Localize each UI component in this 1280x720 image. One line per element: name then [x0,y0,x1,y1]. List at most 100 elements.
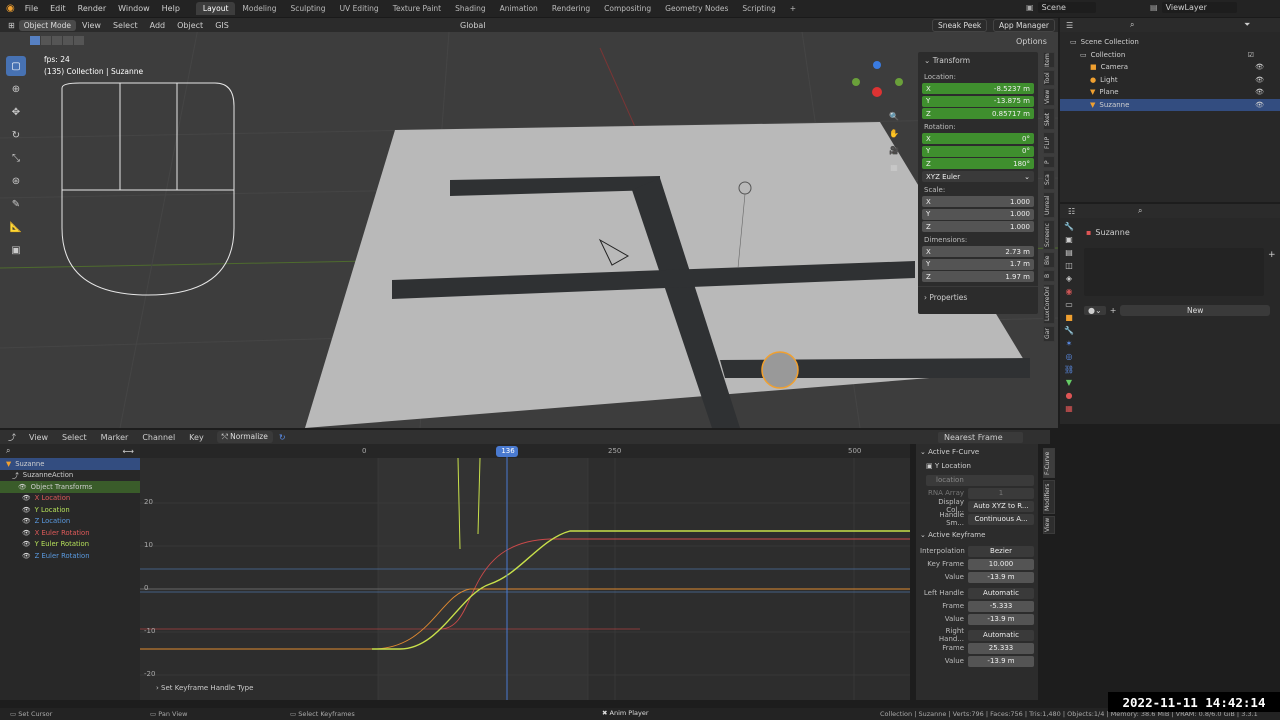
viewport-3d[interactable]: ⊞ Object Mode View Select Add Object GIS… [0,18,1058,428]
transform-panel-header[interactable]: ⌄ Transform [918,52,1038,69]
outliner-scene-collection[interactable]: ▭ Scene Collection [1060,36,1280,49]
add-cube-icon[interactable]: ▣ [6,240,26,260]
sneak-peek-button[interactable]: Sneak Peek [932,19,988,32]
tab-graph-view[interactable]: View [1043,516,1055,534]
location-z-field[interactable]: Z 0.85717 m [922,108,1034,119]
tab-modifiers[interactable]: Modifiers [1043,480,1055,514]
refresh-icon[interactable]: ↻ [273,433,292,442]
outliner-editor-icon[interactable]: ☰ [1066,21,1073,30]
tab-screenc[interactable]: Screenc [1043,220,1055,250]
viewport-menu-add[interactable]: Add [144,21,172,30]
search-icon[interactable]: ⌕ [1130,20,1134,30]
eye-icon[interactable]: 👁 [1255,76,1264,84]
eye-icon[interactable]: 👁 [1255,101,1264,109]
select-subtract-icon[interactable] [52,36,62,45]
cursor-icon[interactable]: ⊕ [6,79,26,99]
handle-smoothing-row[interactable]: Handle Sm... Continuous A... [920,511,1034,527]
scale-x-field[interactable]: X 1.000 [922,196,1034,207]
rotation-z-field[interactable]: Z 180° [922,158,1034,169]
rotate-icon[interactable]: ↻ [6,125,26,145]
location-x-field[interactable]: X -8.5237 m [922,83,1034,94]
options-dropdown[interactable]: Options [1016,37,1047,46]
tab-texture-paint[interactable]: Texture Paint [386,2,448,15]
tab-layout[interactable]: Layout [195,2,236,15]
measure-icon[interactable]: 📐 [6,217,26,237]
render-tab-icon[interactable]: ▣ [1065,235,1073,244]
outliner-item-light[interactable]: ● Light 👁 [1060,74,1280,87]
tab-ble[interactable]: Ble [1043,252,1055,268]
left-handle-row[interactable]: Left Handle Automatic [920,587,1034,599]
outliner-item-camera[interactable]: ■ Camera 👁 [1060,61,1280,74]
outliner-collection[interactable]: ▭ Collection ☑ [1060,49,1280,62]
tab-fcurve[interactable]: F-Curve [1043,448,1055,478]
rna-path-field[interactable]: location [920,474,1034,486]
scene-tab-icon[interactable]: ◈ [1066,274,1072,283]
select-extend-icon[interactable] [41,36,51,45]
channel-y-rotation[interactable]: 👁 Y Euler Rotation [0,539,140,551]
menu-window[interactable]: Window [112,4,156,13]
right-handle-row[interactable]: Right Hand... Automatic [920,627,1034,643]
tab-rendering[interactable]: Rendering [545,2,597,15]
new-material-button[interactable]: New [1120,304,1270,316]
properties-panel-header[interactable]: › Properties [918,286,1038,308]
interpolation-row[interactable]: Interpolation Bezier [920,545,1034,557]
select-box-icon[interactable]: ▢ [6,56,26,76]
tab-view[interactable]: View [1043,88,1055,106]
checkbox-icon[interactable]: ☑ [1248,51,1254,59]
channel-action-row[interactable]: ⤴ SuzanneAction [0,470,140,482]
key-frame-row[interactable]: Key Frame 10.000 [920,558,1034,570]
filter-icon[interactable]: ⏷ [1244,20,1250,30]
texture-tab-icon[interactable]: ▦ [1065,404,1073,413]
properties-editor-icon[interactable]: ☷ [1068,207,1075,216]
viewport-menu-gis[interactable]: GIS [209,21,235,30]
mode-dropdown[interactable]: Object Mode [18,19,76,31]
channel-object-row[interactable]: ▼ Suzanne [0,458,140,470]
last-operator-panel[interactable]: › Set Keyframe Handle Type [156,684,253,692]
menu-edit[interactable]: Edit [44,4,72,13]
tab-unreal[interactable]: Unreal [1043,192,1055,218]
output-tab-icon[interactable]: ▤ [1065,248,1073,257]
menu-render[interactable]: Render [72,4,112,13]
channel-y-location[interactable]: 👁 Y Location [0,504,140,516]
channel-x-rotation[interactable]: 👁 X Euler Rotation [0,527,140,539]
channel-group-row[interactable]: 👁 Object Transforms [0,481,140,493]
graph-menu-channel[interactable]: Channel [135,433,182,442]
graph-menu-select[interactable]: Select [55,433,94,442]
transform-icon[interactable]: ⊛ [6,171,26,191]
world-tab-icon[interactable]: ◉ [1066,287,1073,296]
graph-area[interactable]: 136 0 250 500 20 10 0 -10 -20 › Set Keyf… [140,444,910,700]
graph-menu-view[interactable]: View [22,433,55,442]
search-icon[interactable]: ⌕ [1138,206,1142,216]
constraints-tab-icon[interactable]: ⛓ [1064,365,1074,374]
blender-logo-icon[interactable]: ◉ [0,3,19,14]
channel-z-location[interactable]: 👁 Z Location [0,516,140,528]
left-handle-value-row[interactable]: Value -13.9 m [920,613,1034,625]
data-tab-icon[interactable]: ▼ [1066,378,1072,387]
scale-y-field[interactable]: Y 1.000 [922,208,1034,220]
tab-gar[interactable]: Gar [1043,326,1055,342]
rotation-y-field[interactable]: Y 0° [922,145,1034,157]
add-icon[interactable]: + [1110,306,1117,315]
grid-view-icon[interactable]: ▦ [888,161,900,173]
tab-sculpting[interactable]: Sculpting [284,2,333,15]
normalize-toggle[interactable]: ⤲ Normalize [216,431,273,443]
viewlayer-selector[interactable]: ▤ ViewLayer [1150,2,1237,13]
pan-hand-icon[interactable]: ✋ [888,127,900,139]
channel-swap-icon[interactable]: ⟷ [123,447,134,456]
eye-icon[interactable]: 👁 [1255,63,1264,71]
tab-item[interactable]: Item [1043,52,1055,68]
select-intersect-icon[interactable] [74,36,84,45]
tab-geometry-nodes[interactable]: Geometry Nodes [658,2,735,15]
select-new-icon[interactable] [30,36,40,45]
orientation-dropdown[interactable]: Global [460,21,486,30]
scale-z-field[interactable]: Z 1.000 [922,221,1034,232]
camera-view-icon[interactable]: 🎥 [888,144,900,156]
view-layer-tab-icon[interactable]: ◫ [1065,261,1073,270]
current-frame-indicator[interactable]: 136 [500,447,516,455]
tab-sca[interactable]: Sca [1043,170,1055,190]
tab-tool[interactable]: Tool [1043,70,1055,86]
outliner-item-plane[interactable]: ▼ Plane 👁 [1060,86,1280,99]
tab-shading[interactable]: Shading [448,2,492,15]
scene-selector[interactable]: ▣ Scene [1026,2,1096,13]
viewport-menu-object[interactable]: Object [171,21,209,30]
